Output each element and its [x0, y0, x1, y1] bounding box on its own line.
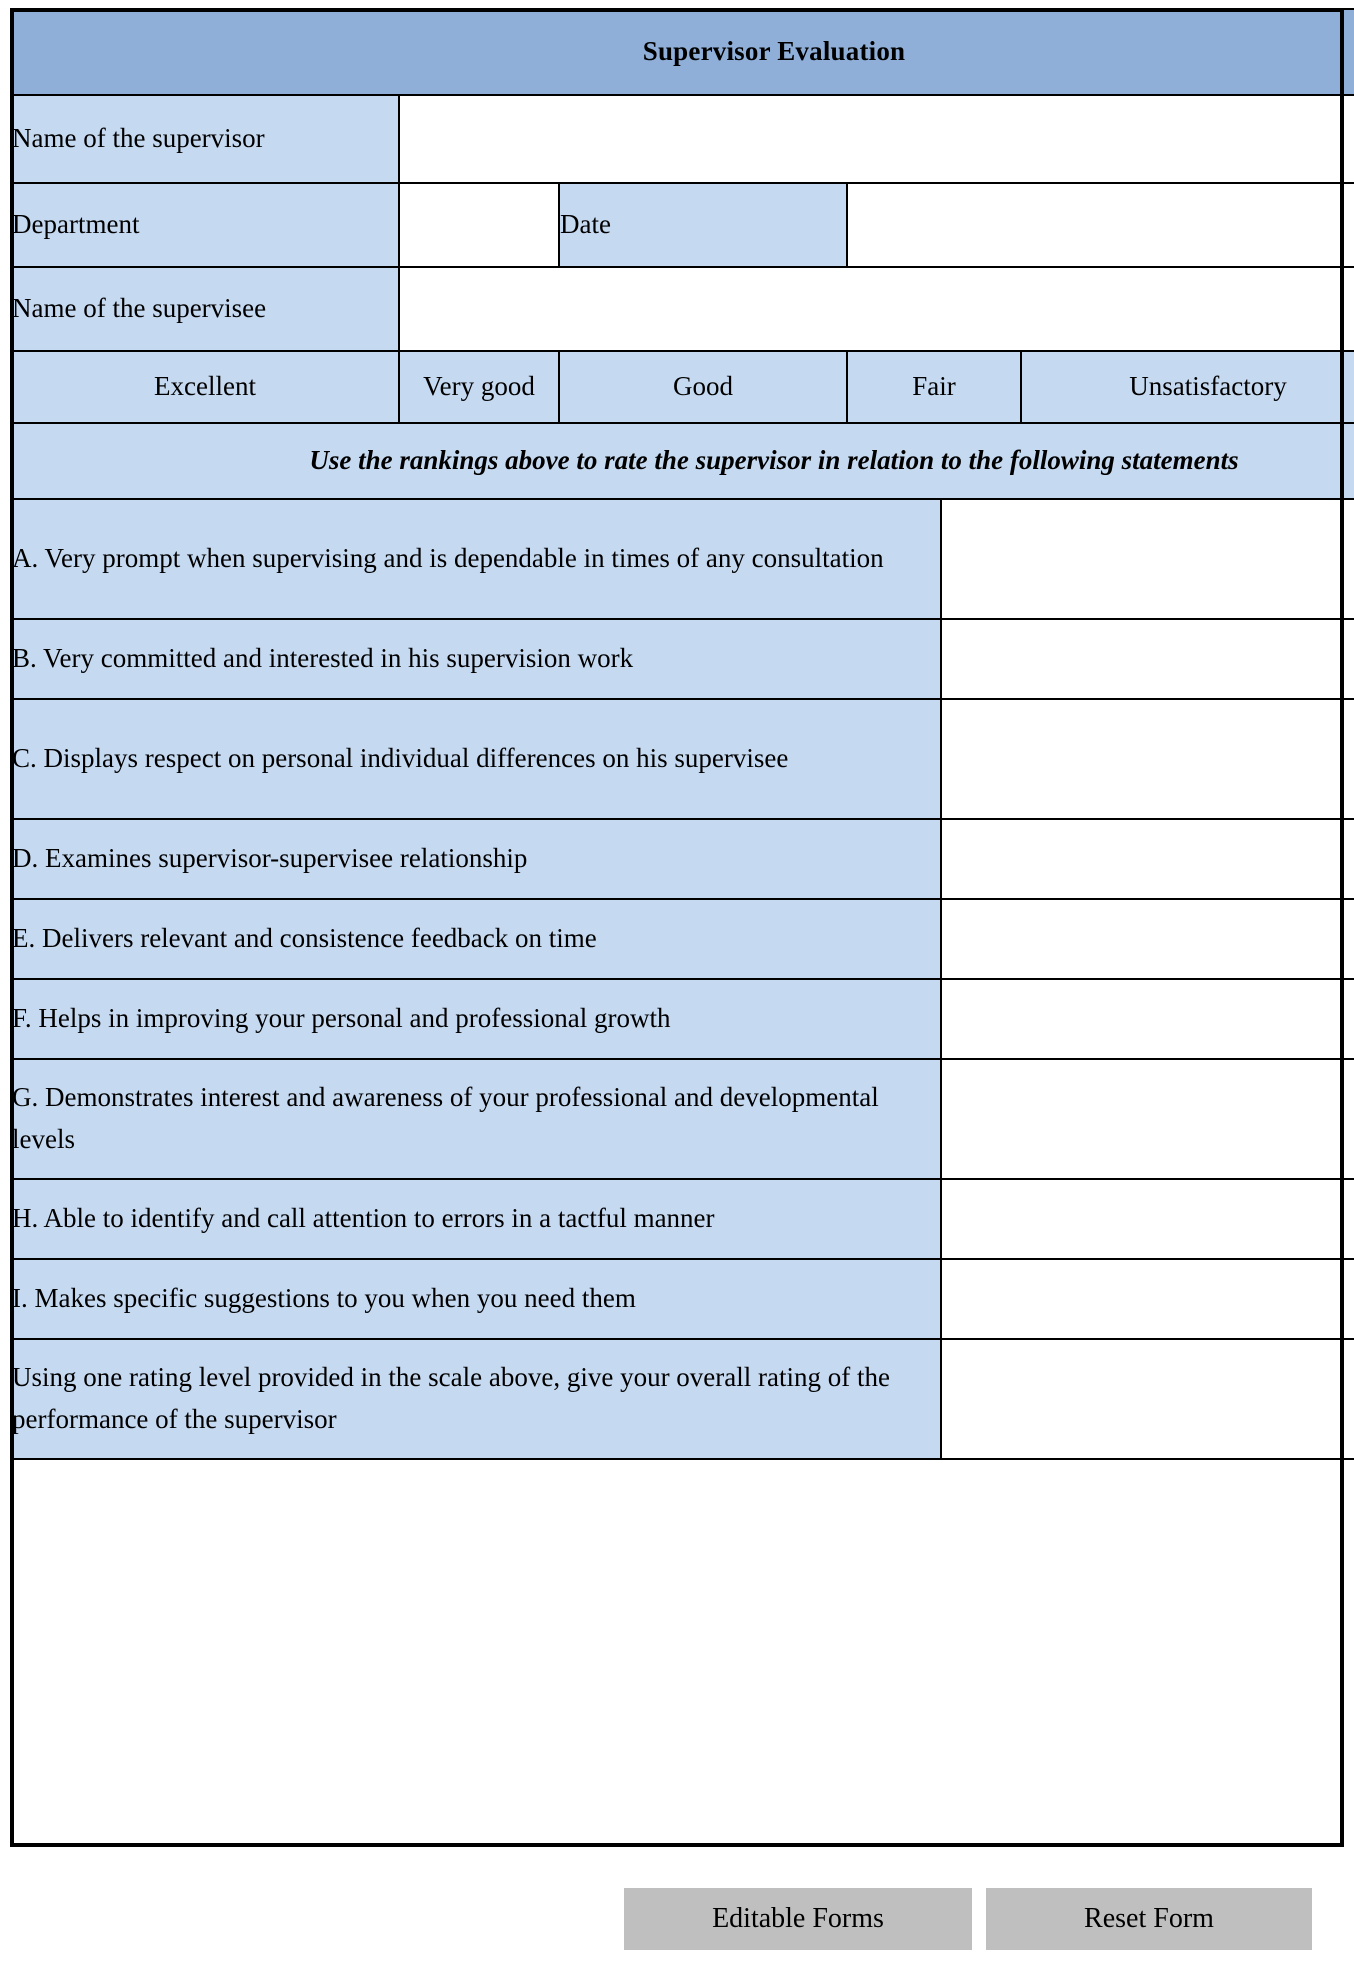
statement-answer-g[interactable] — [939, 1058, 1354, 1180]
table-row: D. Examines supervisor-supervisee relati… — [10, 818, 1354, 900]
table-row: F. Helps in improving your personal and … — [10, 978, 1354, 1060]
supervisee-name-label: Name of the supervisee — [10, 266, 400, 352]
statement-text-i: I. Makes specific suggestions to you whe… — [10, 1258, 942, 1340]
statement-text-h: H. Able to identify and call attention t… — [10, 1178, 942, 1260]
supervisor-evaluation-page: Supervisor Evaluation Name of the superv… — [0, 0, 1354, 1969]
rating-option-excellent: Excellent — [10, 350, 400, 424]
statement-answer-c[interactable] — [939, 698, 1354, 820]
table-row: C. Displays respect on personal individu… — [10, 698, 1354, 820]
reset-form-button[interactable]: Reset Form — [986, 1888, 1312, 1950]
statement-answer-f[interactable] — [939, 978, 1354, 1060]
instruction-row: Use the rankings above to rate the super… — [9, 422, 1354, 500]
supervisee-name-row: Name of the supervisee — [10, 266, 1354, 352]
instruction-text: Use the rankings above to rate the super… — [9, 422, 1354, 500]
statement-answer-h[interactable] — [939, 1178, 1354, 1260]
statement-text-b: B. Very committed and interested in his … — [10, 618, 942, 700]
rating-option-very-good: Very good — [398, 350, 560, 424]
table-row: E. Delivers relevant and consistence fee… — [10, 898, 1354, 980]
table-row: Using one rating level provided in the s… — [10, 1338, 1354, 1460]
department-date-row: Department Date — [10, 182, 1354, 268]
table-row: A. Very prompt when supervising and is d… — [10, 498, 1354, 620]
statement-text-c: C. Displays respect on personal individu… — [10, 698, 942, 820]
department-label: Department — [10, 182, 400, 268]
table-row: H. Able to identify and call attention t… — [10, 1178, 1354, 1260]
date-label: Date — [558, 182, 848, 268]
statement-text-f: F. Helps in improving your personal and … — [10, 978, 942, 1060]
editable-forms-button[interactable]: Editable Forms — [624, 1888, 972, 1950]
supervisee-name-input[interactable] — [397, 266, 1354, 352]
statement-answer-e[interactable] — [939, 898, 1354, 980]
page-title: Supervisor Evaluation — [9, 8, 1354, 96]
date-input[interactable] — [845, 182, 1354, 268]
rating-scale-row: Excellent Very good Good Fair Unsatisfac… — [10, 350, 1354, 424]
statement-text-g: G. Demonstrates interest and awareness o… — [10, 1058, 942, 1180]
statement-answer-i[interactable] — [939, 1258, 1354, 1340]
statement-text-a: A. Very prompt when supervising and is d… — [10, 498, 942, 620]
statement-text-d: D. Examines supervisor-supervisee relati… — [10, 818, 942, 900]
table-row: B. Very committed and interested in his … — [10, 618, 1354, 700]
statement-text-e: E. Delivers relevant and consistence fee… — [10, 898, 942, 980]
title-row: Supervisor Evaluation — [9, 8, 1354, 96]
department-input[interactable] — [398, 182, 560, 268]
statement-answer-a[interactable] — [939, 498, 1354, 620]
statement-text-overall-rating: Using one rating level provided in the s… — [10, 1338, 942, 1460]
table-row: I. Makes specific suggestions to you whe… — [10, 1258, 1354, 1340]
statement-answer-overall-rating[interactable] — [939, 1338, 1354, 1460]
statement-answer-b[interactable] — [939, 618, 1354, 700]
rating-option-unsatisfactory: Unsatisfactory — [1020, 350, 1354, 424]
rating-option-fair: Fair — [846, 350, 1022, 424]
statement-answer-d[interactable] — [939, 818, 1354, 900]
table-row: G. Demonstrates interest and awareness o… — [10, 1058, 1354, 1180]
supervisor-name-row: Name of the supervisor — [10, 94, 1354, 184]
form-button-bar: Editable Forms Reset Form — [0, 1888, 1354, 1954]
rating-option-good: Good — [558, 350, 848, 424]
supervisor-name-label: Name of the supervisor — [10, 94, 400, 184]
supervisor-evaluation-form: Supervisor Evaluation Name of the superv… — [9, 8, 1354, 1460]
supervisor-name-input[interactable] — [397, 94, 1354, 184]
